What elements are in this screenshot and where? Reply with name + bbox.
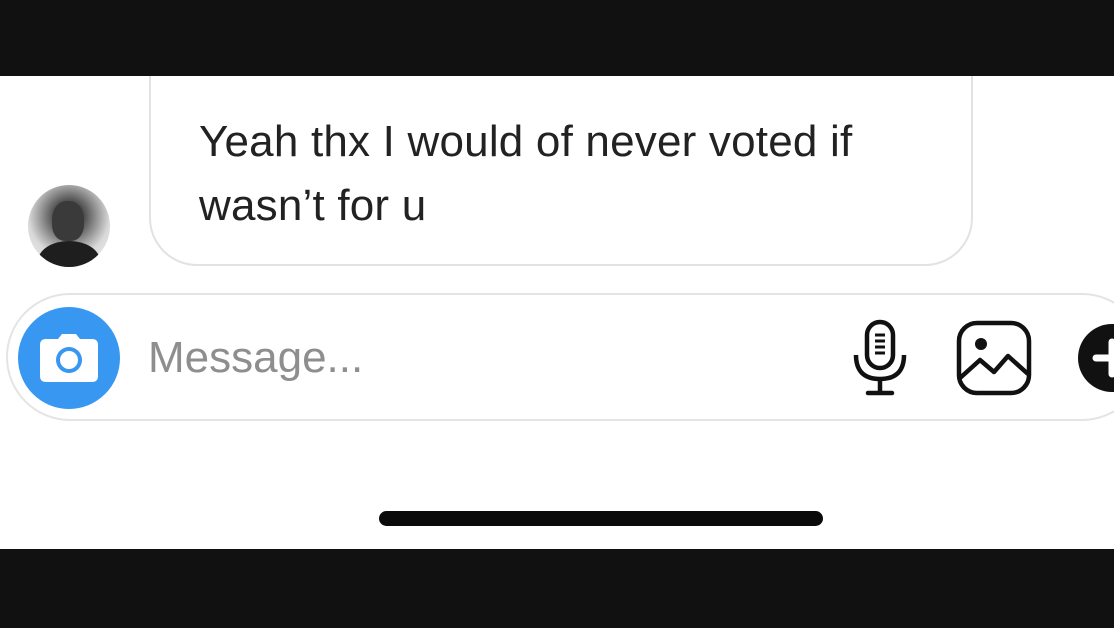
microphone-icon <box>853 319 907 396</box>
avatar[interactable] <box>28 185 110 267</box>
chat-screen: Yeah thx I would of never voted if wasn’… <box>0 76 1114 549</box>
message-input[interactable] <box>148 328 788 388</box>
message-text-line-1: Yeah thx I would of never voted if <box>199 117 853 166</box>
avatar-head <box>52 201 84 241</box>
message-text: Yeah thx I would of never voted if wasn’… <box>199 110 939 238</box>
plus-icon <box>1078 324 1114 392</box>
home-indicator[interactable] <box>379 511 823 526</box>
message-bubble[interactable]: Yeah thx I would of never voted if wasn’… <box>149 76 973 266</box>
gallery-icon <box>956 320 1032 396</box>
camera-button[interactable] <box>18 307 120 409</box>
message-text-line-2: wasn’t for u <box>199 181 427 230</box>
more-button[interactable] <box>1076 322 1114 394</box>
letterbox-bottom <box>0 549 1114 628</box>
camera-icon <box>40 334 98 382</box>
gallery-button[interactable] <box>956 320 1032 396</box>
letterbox-top <box>0 0 1114 76</box>
microphone-button[interactable] <box>850 319 910 397</box>
avatar-shoulders <box>38 241 100 267</box>
